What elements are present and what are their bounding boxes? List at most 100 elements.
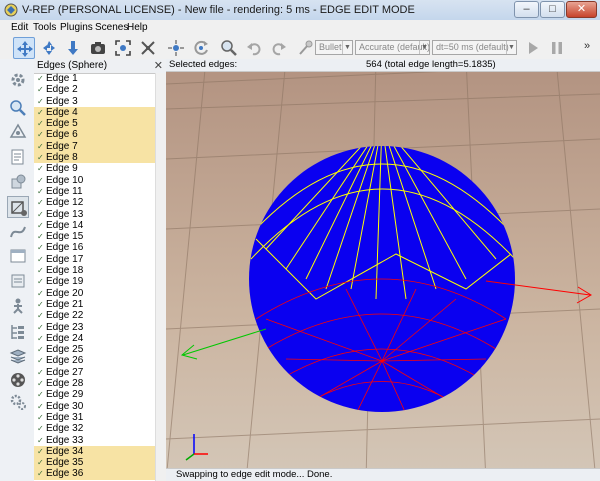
edge-list-item[interactable]: ✓ Edge 10 (34, 175, 155, 186)
edge-list-item[interactable]: ✓ Edge 5 (34, 118, 155, 130)
edge-list-item[interactable]: ✓ Edge 17 (34, 254, 155, 265)
edge-item-label: Edge 19 (46, 276, 84, 288)
edge-list-item[interactable]: ✓ Edge 32 (34, 423, 155, 434)
menu-scenes[interactable]: Scenes (95, 22, 128, 33)
chevron-down-icon: ▼ (419, 41, 429, 54)
checkmark-icon: ✓ (37, 220, 44, 230)
edge-list-item[interactable]: ✓ Edge 16 (34, 242, 155, 253)
edge-list-item[interactable]: ✓ Edge 20 (34, 288, 155, 299)
edge-list-item[interactable]: ✓ Edge 13 (34, 209, 155, 220)
object-shift-button[interactable] (165, 37, 187, 59)
scene-render[interactable] (166, 59, 600, 481)
status-message: Swapping to edge edit mode... Done. (176, 469, 333, 480)
checkmark-icon: ✓ (37, 390, 44, 400)
edge-list-item[interactable]: ✓ Edge 31 (34, 412, 155, 423)
edge-list-item[interactable]: ✓ Edge 25 (34, 344, 155, 355)
collections-button[interactable] (7, 121, 29, 143)
edge-list-item[interactable]: ✓ Edge 8 (34, 152, 155, 164)
edge-list-item[interactable]: ✓ Edge 3 (34, 96, 155, 107)
layers-button[interactable] (7, 345, 29, 367)
edge-list-item[interactable]: ✓ Edge 12 (34, 197, 155, 208)
close-button[interactable]: ✕ (566, 1, 597, 18)
edge-list-item[interactable]: ✓ Edge 23 (34, 322, 155, 333)
left-toolbar (0, 59, 35, 481)
edge-item-label: Edge 10 (46, 174, 84, 186)
edge-list-item[interactable]: ✓ Edge 29 (34, 389, 155, 400)
edge-list-item[interactable]: ✓ Edge 6 (34, 129, 155, 141)
checkmark-icon: ✓ (37, 345, 44, 355)
model-browser-button[interactable] (7, 270, 29, 292)
scripts-button[interactable] (7, 146, 29, 168)
object-rotate-button[interactable] (190, 37, 212, 59)
menu-help[interactable]: Help (127, 22, 148, 33)
maximize-button[interactable]: □ (540, 1, 565, 18)
undo-button[interactable] (243, 37, 265, 59)
edge-item-label: Edge 9 (46, 163, 78, 175)
checkmark-icon: ✓ (37, 107, 44, 117)
fit-to-view-button[interactable] (112, 37, 134, 59)
edge-item-label: Edge 6 (46, 129, 78, 141)
timestep-select[interactable]: dt=50 ms (default) ▼ (432, 40, 517, 55)
edge-item-label: Edge 23 (46, 321, 84, 333)
camera-angle-button[interactable] (87, 37, 109, 59)
click-select-button[interactable] (218, 37, 240, 59)
menu-tools[interactable]: Tools (33, 22, 56, 33)
edge-list-item[interactable]: ✓ Edge 35 (34, 457, 155, 469)
edge-list-item[interactable]: ✓ Edge 1 (34, 73, 155, 84)
edge-list-item[interactable]: ✓ Edge 19 (34, 276, 155, 287)
video-recorder-button[interactable] (7, 369, 29, 391)
camera-pan-button[interactable] (13, 37, 35, 59)
panel-title: Edges (Sphere) (37, 60, 108, 71)
edge-list-item[interactable]: ✓ Edge 2 (34, 84, 155, 95)
camera-rotate-button[interactable] (38, 37, 60, 59)
edge-list-item[interactable]: ✓ Edge 7 (34, 140, 155, 153)
edge-list-item[interactable]: ✓ Edge 28 (34, 378, 155, 389)
edge-list-item[interactable]: ✓ Edge 34 (34, 445, 155, 458)
edge-list-item[interactable]: ✓ Edge 15 (34, 231, 155, 242)
user-settings-button[interactable] (7, 391, 29, 413)
edge-item-label: Edge 30 (46, 400, 84, 412)
robot-models-button[interactable] (7, 295, 29, 317)
calculation-modules-button[interactable] (7, 97, 29, 119)
physics-engine-value: Bullet (319, 42, 342, 52)
edge-list-item[interactable]: ✓ Edge 11 (34, 186, 155, 197)
edge-list-item[interactable]: ✓ Edge 22 (34, 310, 155, 321)
app-window: V-REP (PERSONAL LICENSE) - New file - re… (0, 0, 600, 481)
hierarchy-button[interactable] (7, 321, 29, 343)
redo-button[interactable] (268, 37, 290, 59)
pause-simulation-button[interactable] (546, 37, 568, 59)
checkmark-icon: ✓ (37, 435, 44, 445)
edge-list-item[interactable]: ✓ Edge 18 (34, 265, 155, 276)
edge-list-item[interactable]: ✓ Edge 33 (34, 435, 155, 446)
physics-engine-select[interactable]: Bullet ▼ (315, 40, 353, 55)
dynamics-toggle-button[interactable] (294, 37, 316, 59)
panel-close-icon[interactable]: ✕ (154, 59, 163, 72)
edge-list-item[interactable]: ✓ Edge 14 (34, 220, 155, 231)
edge-list-item[interactable]: ✓ Edge 24 (34, 333, 155, 344)
accuracy-select[interactable]: Accurate (default) ▼ (355, 40, 430, 55)
minimize-button[interactable]: – (514, 1, 539, 18)
edge-list-item[interactable]: ✓ Edge 9 (34, 163, 155, 174)
start-simulation-button[interactable] (522, 37, 544, 59)
edge-list-item[interactable]: ✓ Edge 26 (34, 355, 155, 366)
edge-item-label: Edge 24 (46, 332, 84, 344)
assemble-button[interactable] (137, 37, 159, 59)
edge-list-item[interactable]: ✓ Edge 30 (34, 401, 155, 412)
scene-viewport[interactable]: Selected edges: 564 (total edge length=5… (166, 59, 600, 481)
path-edit-button[interactable] (7, 221, 29, 243)
edge-list-item[interactable]: ✓ Edge 21 (34, 299, 155, 310)
edge-item-label: Edge 3 (46, 95, 78, 107)
simulation-settings-button[interactable] (7, 69, 29, 91)
selection-dialog-button[interactable] (7, 245, 29, 267)
edge-list-item[interactable]: ✓ Edge 4 (34, 106, 155, 119)
menu-edit[interactable]: Edit (11, 22, 28, 33)
shape-edit-button[interactable] (7, 171, 29, 193)
edge-list-item[interactable]: ✓ Edge 27 (34, 367, 155, 378)
edge-edit-mode-button[interactable] (7, 196, 29, 218)
edge-list-item[interactable]: ✓ Edge 36 (34, 468, 155, 480)
menu-plugins[interactable]: Plugins (60, 22, 93, 33)
camera-shift-button[interactable] (62, 37, 84, 59)
edge-list: ✓ Edge 1 ✓ Edge 2 ✓ Edge 3 ✓ Edge 4 ✓ Edge 5 ✓ Edge… (34, 73, 155, 481)
toolbar-overflow-button[interactable]: » (584, 40, 590, 52)
edge-item-label: Edge 28 (46, 378, 84, 390)
